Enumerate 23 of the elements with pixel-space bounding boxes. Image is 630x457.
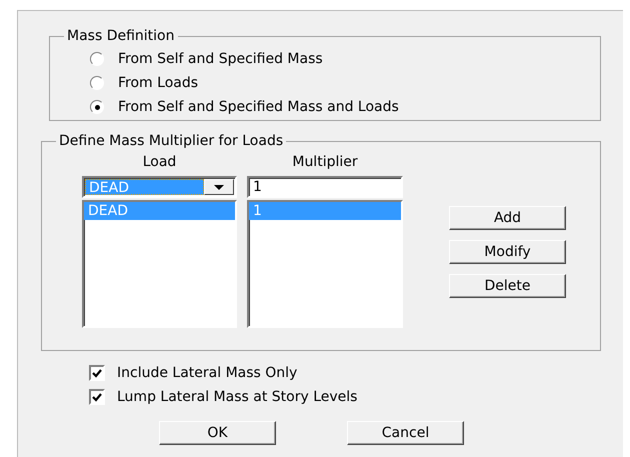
- radio-button[interactable]: [90, 52, 104, 66]
- checkbox[interactable]: [89, 365, 105, 381]
- checkbox-label: Include Lateral Mass Only: [117, 364, 298, 382]
- check-icon: [92, 368, 102, 378]
- radio-button[interactable]: [90, 100, 104, 114]
- checkbox[interactable]: [89, 389, 105, 405]
- column-header: Multiplier: [292, 154, 358, 170]
- action-button[interactable]: Modify: [449, 240, 566, 264]
- check-icon: [92, 392, 102, 402]
- dialog-button[interactable]: Cancel: [347, 421, 464, 445]
- radio-label: From Loads: [118, 74, 198, 92]
- action-button[interactable]: Add: [449, 206, 566, 230]
- dropdown-arrow-icon: [214, 184, 224, 190]
- radio-label: From Self and Specified Mass and Loads: [118, 98, 399, 116]
- dialog-button[interactable]: OK: [159, 421, 276, 445]
- radio-label: From Self and Specified Mass: [118, 50, 323, 68]
- group-title: Mass Definition: [66, 29, 176, 43]
- action-button[interactable]: Delete: [449, 274, 566, 298]
- multiplier-field[interactable]: 1: [247, 176, 403, 198]
- checkbox-label: Lump Lateral Mass at Story Levels: [117, 388, 358, 406]
- radio-button[interactable]: [90, 76, 104, 90]
- group-title: Define Mass Multiplier for Loads: [58, 134, 284, 148]
- column-header: Load: [142, 154, 176, 170]
